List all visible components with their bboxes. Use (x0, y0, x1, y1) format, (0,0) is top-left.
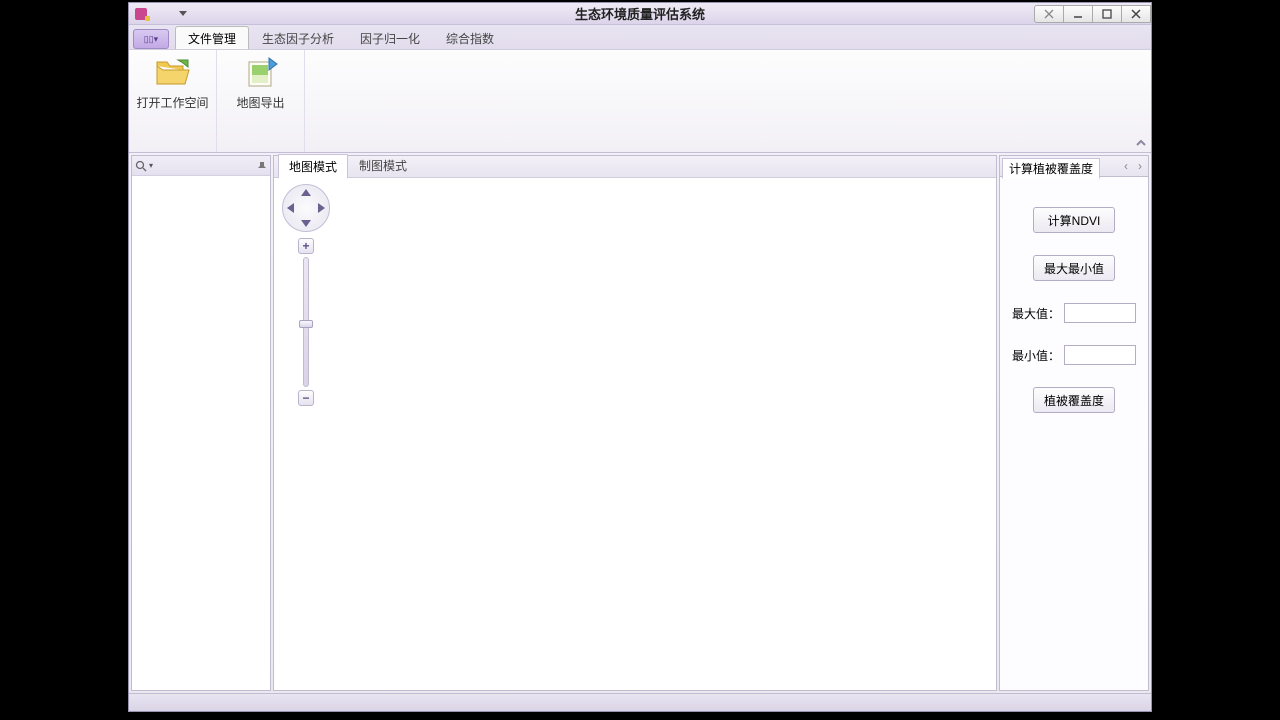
quick-access-dropdown-icon[interactable] (179, 11, 187, 16)
max-value-input[interactable] (1064, 303, 1136, 323)
titlebar-left (129, 8, 187, 20)
search-icon (135, 160, 147, 172)
center-tabs: 地图模式 制图模式 (274, 156, 996, 178)
tab-composite-index[interactable]: 综合指数 (433, 26, 507, 50)
zoom-in-button[interactable]: + (298, 238, 314, 254)
map-export-icon (241, 56, 281, 90)
pin-icon[interactable] (257, 161, 267, 171)
tab-layout-mode[interactable]: 制图模式 (348, 153, 418, 177)
pan-pad (282, 184, 330, 232)
folder-open-icon (153, 56, 193, 90)
max-value-row: 最大值： (1012, 303, 1136, 323)
tab-map-mode[interactable]: 地图模式 (278, 154, 348, 178)
zoom-thumb[interactable] (299, 320, 313, 328)
close-button[interactable] (1121, 5, 1151, 23)
max-value-label: 最大值： (1012, 305, 1060, 322)
window-title: 生态环境质量评估系统 (575, 4, 705, 23)
calc-ndvi-button[interactable]: 计算NDVI (1033, 207, 1115, 233)
help-close-button[interactable] (1034, 5, 1064, 23)
statusbar (129, 693, 1151, 711)
ribbon-collapse-icon[interactable] (1135, 138, 1147, 150)
ribbon-main-button[interactable]: ▯▯▾ (133, 29, 169, 49)
minmax-button[interactable]: 最大最小值 (1033, 255, 1115, 281)
min-value-label: 最小值： (1012, 347, 1060, 364)
map-export-label: 地图导出 (236, 94, 284, 111)
right-pane-nav: ‹ › (1120, 159, 1146, 173)
tab-file-management[interactable]: 文件管理 (175, 26, 249, 50)
zoom-out-button[interactable]: − (298, 390, 314, 406)
titlebar: 生态环境质量评估系统 (129, 3, 1151, 25)
maximize-button[interactable] (1092, 5, 1122, 23)
search-dropdown[interactable]: ▾ (135, 160, 153, 172)
pan-right-icon[interactable] (318, 203, 325, 213)
prev-panel-icon[interactable]: ‹ (1120, 159, 1132, 173)
min-value-input[interactable] (1064, 345, 1136, 365)
pan-down-icon[interactable] (301, 220, 311, 227)
next-panel-icon[interactable]: › (1134, 159, 1146, 173)
map-canvas[interactable]: + − (274, 178, 996, 690)
workspace: ▾ 地图模式 制图模式 + (129, 153, 1151, 693)
right-pane: 计算植被覆盖度 ‹ › 计算NDVI 最大最小值 最大值： 最小值： 植被覆盖度 (999, 155, 1149, 691)
min-value-row: 最小值： (1012, 345, 1136, 365)
minimize-button[interactable] (1063, 5, 1093, 23)
open-workspace-button[interactable]: 打开工作空间 (129, 50, 217, 152)
app-icon (135, 8, 147, 20)
tab-factor-normalization[interactable]: 因子归一化 (347, 26, 433, 50)
map-export-button[interactable]: 地图导出 (217, 50, 305, 152)
right-pane-body: 计算NDVI 最大最小值 最大值： 最小值： 植被覆盖度 (999, 177, 1149, 691)
window-controls (1035, 5, 1151, 23)
left-pane: ▾ (131, 155, 271, 691)
pan-left-icon[interactable] (287, 203, 294, 213)
app-window: 生态环境质量评估系统 ▯▯▾ 文件管理 生态因子分析 因子归一化 综合指数 打开… (128, 2, 1152, 712)
right-pane-title[interactable]: 计算植被覆盖度 (1002, 158, 1100, 179)
left-pane-header: ▾ (132, 156, 270, 176)
pan-up-icon[interactable] (301, 189, 311, 196)
center-pane: 地图模式 制图模式 + − (273, 155, 997, 691)
right-pane-header: 计算植被覆盖度 ‹ › (999, 155, 1149, 177)
open-workspace-label: 打开工作空间 (136, 94, 208, 111)
ribbon-tabs: ▯▯▾ 文件管理 生态因子分析 因子归一化 综合指数 (129, 25, 1151, 49)
zoom-slider: + − (298, 238, 314, 406)
tab-eco-factor-analysis[interactable]: 生态因子分析 (249, 26, 347, 50)
zoom-track[interactable] (303, 257, 309, 387)
vegetation-coverage-button[interactable]: 植被覆盖度 (1033, 387, 1115, 413)
ribbon-body: 打开工作空间 地图导出 (129, 49, 1151, 153)
